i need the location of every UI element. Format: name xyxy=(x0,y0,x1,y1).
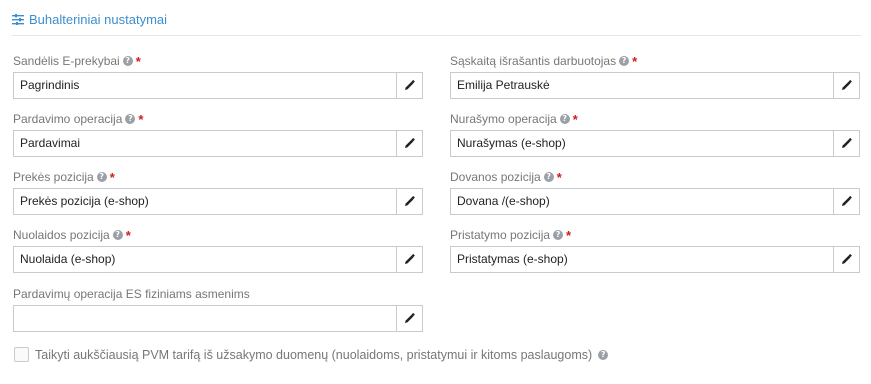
field-label: Dovanos pozicija xyxy=(450,170,541,184)
section-header: Buhalteriniai nustatymai xyxy=(12,9,167,29)
sales-operation-edit-button[interactable] xyxy=(396,130,423,157)
section-title: Buhalteriniai nustatymai xyxy=(29,11,168,27)
field-writeoff-operation: Nurašymo operacija ? * Nurašymas (e-shop… xyxy=(450,111,860,157)
field-label: Pristatymo pozicija xyxy=(450,228,551,242)
field-sales-operation: Pardavimo operacija ? * Pardavimai xyxy=(13,111,423,157)
help-icon[interactable]: ? xyxy=(122,56,133,66)
field-gift-position: Dovanos pozicija ? * Dovana /(e-shop) xyxy=(450,169,860,215)
pencil-icon xyxy=(405,254,415,264)
product-position-edit-button[interactable] xyxy=(396,188,423,215)
field-product-position: Prekės pozicija ? * Prekės pozicija (e-s… xyxy=(13,169,423,215)
pencil-icon xyxy=(405,196,415,206)
sales-operation-input[interactable]: Pardavimai xyxy=(13,130,396,157)
required-marker: * xyxy=(138,111,144,127)
required-marker: * xyxy=(572,111,578,127)
eu-sales-operation-input[interactable] xyxy=(13,305,396,332)
required-marker: * xyxy=(125,227,131,243)
field-label: Pardavimų operacija ES fiziniams asmenim… xyxy=(13,287,250,301)
help-icon[interactable]: ? xyxy=(112,230,123,240)
checkbox-label[interactable]: Taikyti aukščiausią PVM tarifą iš užsaky… xyxy=(35,348,592,362)
writeoff-operation-edit-button[interactable] xyxy=(833,130,860,157)
header-divider xyxy=(12,35,861,36)
help-icon[interactable]: ? xyxy=(619,56,630,66)
help-icon[interactable]: ? xyxy=(598,349,609,360)
help-icon[interactable]: ? xyxy=(96,172,107,182)
field-label: Pardavimo operacija xyxy=(13,112,123,126)
sliders-icon xyxy=(12,13,24,25)
field-label: Sąskaitą išrašantis darbuotojas xyxy=(450,54,617,68)
pencil-icon xyxy=(842,254,852,264)
product-position-input[interactable]: Prekės pozicija (e-shop) xyxy=(13,188,396,215)
field-warehouse: Sandėlis E-prekybai ? * Pagrindinis xyxy=(13,53,423,99)
help-icon[interactable]: ? xyxy=(559,114,570,124)
shipping-position-input[interactable]: Pristatymas (e-shop) xyxy=(450,246,833,273)
discount-position-edit-button[interactable] xyxy=(396,246,423,273)
field-label: Prekės pozicija xyxy=(13,170,94,184)
field-eu-sales-operation: Pardavimų operacija ES fiziniams asmenim… xyxy=(13,286,423,332)
field-label: Nuolaidos pozicija xyxy=(13,228,110,242)
field-discount-position: Nuolaidos pozicija ? * Nuolaida (e-shop) xyxy=(13,227,423,273)
pencil-icon xyxy=(842,196,852,206)
invoice-employee-input[interactable]: Emilija Petrauskė xyxy=(450,72,833,99)
pencil-icon xyxy=(405,80,415,90)
required-marker: * xyxy=(135,53,141,69)
required-marker: * xyxy=(566,227,572,243)
eu-sales-operation-edit-button[interactable] xyxy=(396,305,423,332)
help-icon[interactable]: ? xyxy=(125,114,136,124)
pencil-icon xyxy=(405,313,415,323)
required-marker: * xyxy=(632,53,638,69)
pencil-icon xyxy=(405,138,415,148)
discount-position-input[interactable]: Nuolaida (e-shop) xyxy=(13,246,396,273)
help-icon[interactable]: ? xyxy=(553,230,564,240)
invoice-employee-edit-button[interactable] xyxy=(833,72,860,99)
highest-vat-checkbox[interactable] xyxy=(14,347,29,362)
gift-position-edit-button[interactable] xyxy=(833,188,860,215)
warehouse-edit-button[interactable] xyxy=(396,72,423,99)
pencil-icon xyxy=(842,138,852,148)
field-label: Nurašymo operacija xyxy=(450,112,557,126)
field-invoice-employee: Sąskaitą išrašantis darbuotojas ? * Emil… xyxy=(450,53,860,99)
gift-position-input[interactable]: Dovana /(e-shop) xyxy=(450,188,833,215)
pencil-icon xyxy=(842,80,852,90)
shipping-position-edit-button[interactable] xyxy=(833,246,860,273)
warehouse-input[interactable]: Pagrindinis xyxy=(13,72,396,99)
writeoff-operation-input[interactable]: Nurašymas (e-shop) xyxy=(450,130,833,157)
vat-checkbox-row: Taikyti aukščiausią PVM tarifą iš užsaky… xyxy=(14,347,609,362)
help-icon[interactable]: ? xyxy=(543,172,554,182)
field-shipping-position: Pristatymo pozicija ? * Pristatymas (e-s… xyxy=(450,227,860,273)
field-label: Sandėlis E-prekybai xyxy=(13,54,120,68)
required-marker: * xyxy=(109,169,115,185)
required-marker: * xyxy=(556,169,562,185)
